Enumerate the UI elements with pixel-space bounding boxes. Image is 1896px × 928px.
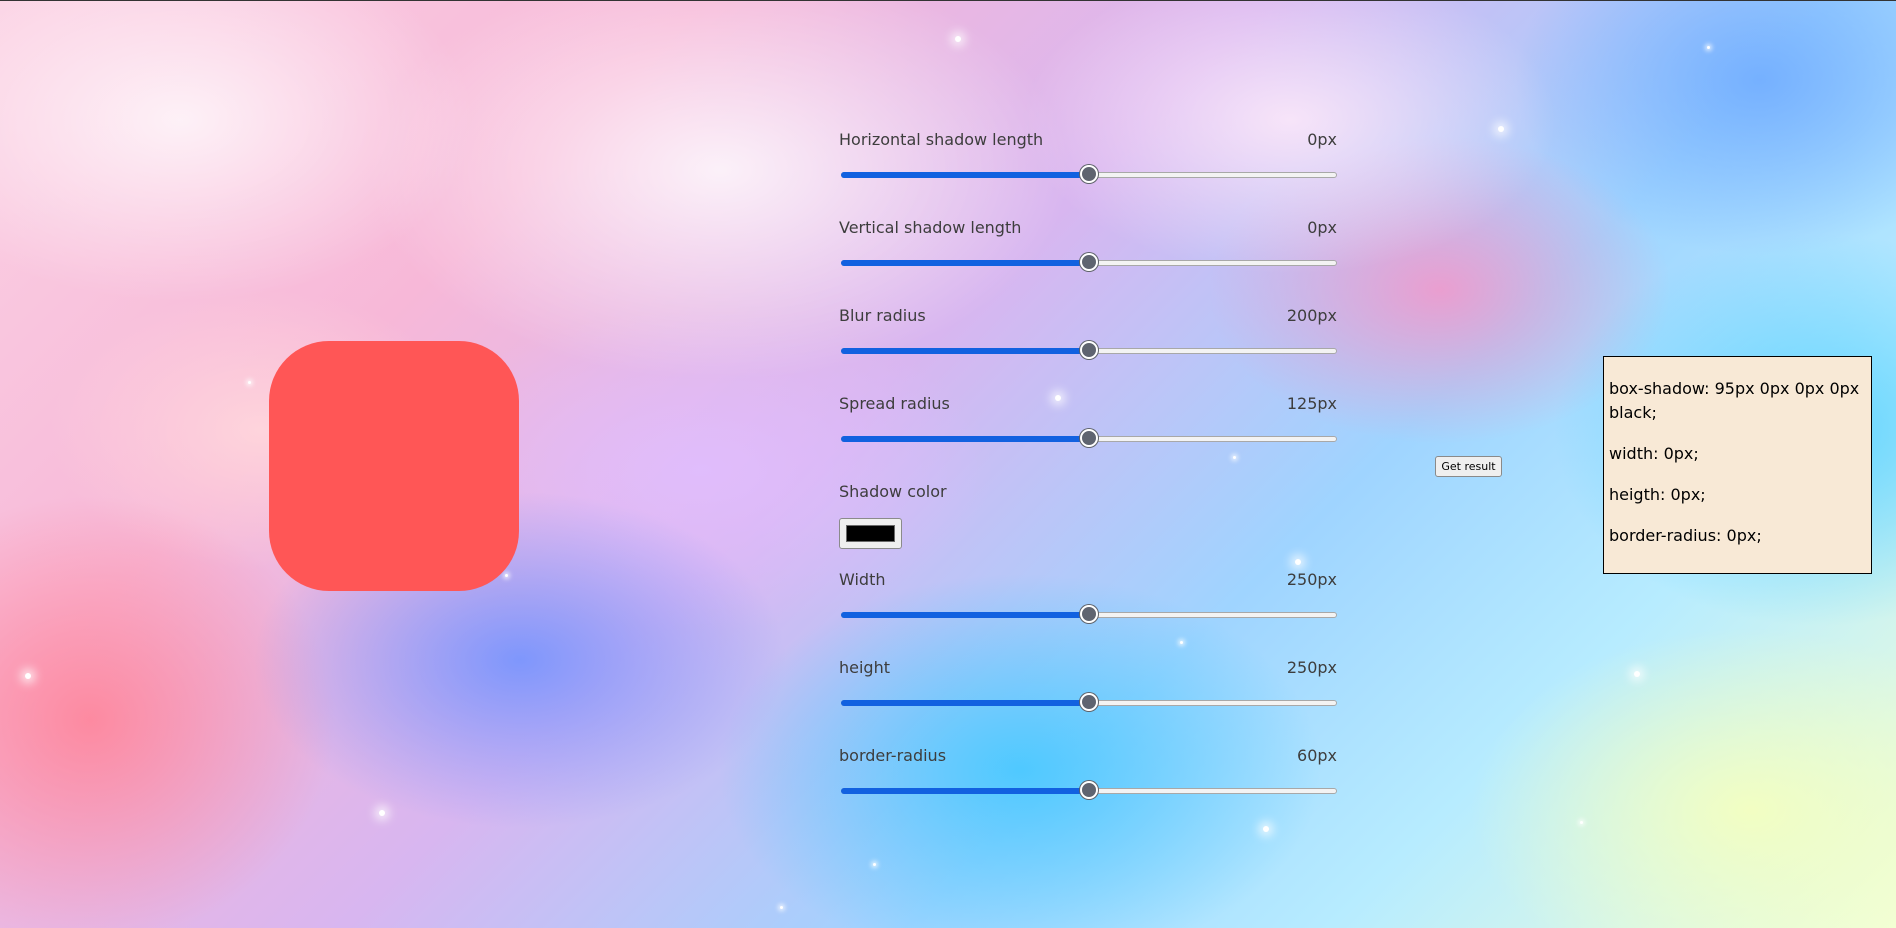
border-radius-label: border-radius bbox=[839, 746, 947, 765]
sparkle bbox=[505, 574, 508, 577]
color-swatch bbox=[846, 525, 895, 542]
slider-fill bbox=[841, 260, 1088, 266]
slider-thumb[interactable] bbox=[1080, 429, 1098, 447]
blur-radius-label: Blur radius bbox=[839, 306, 926, 325]
horizontal-shadow-value: 0px bbox=[1307, 130, 1337, 149]
slider-thumb[interactable] bbox=[1080, 693, 1098, 711]
height-slider[interactable] bbox=[841, 693, 1337, 711]
shadow-color-control: Shadow color bbox=[839, 478, 1337, 566]
width-value: 250px bbox=[1286, 570, 1337, 589]
slider-fill bbox=[841, 612, 1088, 618]
result-border-radius: border-radius: 0px; bbox=[1609, 526, 1762, 545]
slider-fill bbox=[841, 700, 1088, 706]
shadow-color-picker[interactable] bbox=[839, 518, 902, 549]
sparkle bbox=[873, 863, 876, 866]
spread-radius-control: Spread radius 125px bbox=[839, 390, 1337, 478]
horizontal-shadow-label: Horizontal shadow length bbox=[839, 130, 1044, 149]
border-radius-control: border-radius 60px bbox=[839, 742, 1337, 830]
get-result-button[interactable]: Get result bbox=[1435, 456, 1502, 477]
height-control: height 250px bbox=[839, 654, 1337, 742]
slider-thumb[interactable] bbox=[1080, 341, 1098, 359]
vertical-shadow-label: Vertical shadow length bbox=[839, 218, 1022, 237]
shadow-preview-box bbox=[269, 341, 519, 591]
spread-radius-label: Spread radius bbox=[839, 394, 950, 413]
result-width: width: 0px; bbox=[1609, 444, 1699, 463]
height-value: 250px bbox=[1286, 658, 1337, 677]
sparkle bbox=[25, 673, 31, 679]
spread-radius-value: 125px bbox=[1286, 394, 1337, 413]
slider-thumb[interactable] bbox=[1080, 781, 1098, 799]
result-box-shadow: box-shadow: 95px 0px 0px 0px black; bbox=[1609, 379, 1860, 422]
horizontal-shadow-control: Horizontal shadow length 0px bbox=[839, 126, 1337, 214]
width-slider[interactable] bbox=[841, 605, 1337, 623]
sparkle bbox=[1634, 671, 1640, 677]
height-label: height bbox=[839, 658, 890, 677]
result-height: heigth: 0px; bbox=[1609, 485, 1706, 504]
sparkle bbox=[955, 36, 961, 42]
vertical-shadow-control: Vertical shadow length 0px bbox=[839, 214, 1337, 302]
shadow-color-label: Shadow color bbox=[839, 482, 947, 501]
slider-thumb[interactable] bbox=[1080, 605, 1098, 623]
blur-radius-value: 200px bbox=[1286, 306, 1337, 325]
slider-fill bbox=[841, 436, 1088, 442]
blur-radius-slider[interactable] bbox=[841, 341, 1337, 359]
slider-fill bbox=[841, 788, 1088, 794]
sparkle bbox=[1580, 821, 1583, 824]
border-radius-value: 60px bbox=[1297, 746, 1337, 765]
sparkle bbox=[1498, 126, 1504, 132]
shadow-controls-panel: Horizontal shadow length 0px Vertical sh… bbox=[839, 126, 1337, 830]
slider-fill bbox=[841, 348, 1088, 354]
vertical-shadow-slider[interactable] bbox=[841, 253, 1337, 271]
width-label: Width bbox=[839, 570, 886, 589]
slider-thumb[interactable] bbox=[1080, 253, 1098, 271]
spread-radius-slider[interactable] bbox=[841, 429, 1337, 447]
horizontal-shadow-slider[interactable] bbox=[841, 165, 1337, 183]
sparkle bbox=[379, 810, 385, 816]
result-output-panel: box-shadow: 95px 0px 0px 0px black; widt… bbox=[1603, 356, 1872, 574]
sparkle bbox=[248, 381, 251, 384]
vertical-shadow-value: 0px bbox=[1307, 218, 1337, 237]
sparkle bbox=[1707, 46, 1710, 49]
slider-thumb[interactable] bbox=[1080, 165, 1098, 183]
sparkle bbox=[780, 906, 783, 909]
slider-fill bbox=[841, 172, 1088, 178]
blur-radius-control: Blur radius 200px bbox=[839, 302, 1337, 390]
width-control: Width 250px bbox=[839, 566, 1337, 654]
border-radius-slider[interactable] bbox=[841, 781, 1337, 799]
